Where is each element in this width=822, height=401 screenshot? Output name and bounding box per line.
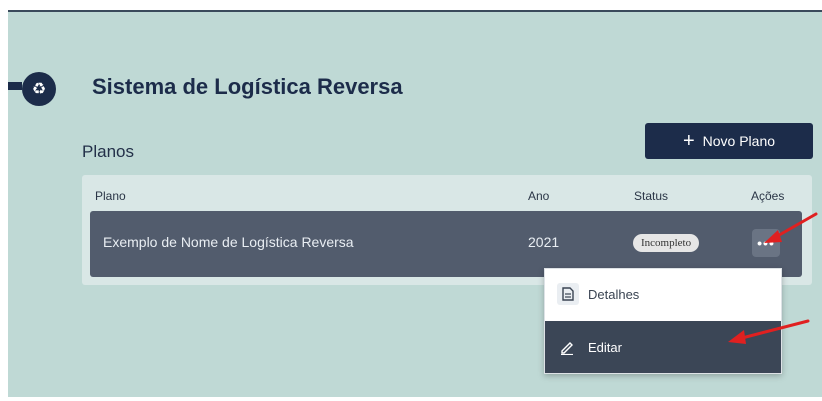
column-header-ano: Ano [528, 189, 550, 203]
plus-icon: + [682, 130, 695, 152]
menu-item-label: Detalhes [588, 286, 640, 302]
pencil-icon [561, 342, 573, 355]
new-plan-button[interactable]: + Novo Plano [645, 123, 813, 159]
page-title: Sistema de Logística Reversa [92, 74, 403, 99]
column-header-status: Status [634, 189, 669, 203]
recycle-icon: ♻ [22, 72, 56, 106]
status-badge: Incompleto [633, 234, 700, 252]
column-header-acoes: Ações [751, 189, 785, 203]
logo-connector [8, 82, 22, 90]
new-plan-label: Novo Plano [702, 133, 776, 149]
document-icon [557, 283, 579, 305]
annotation-arrow-icon [728, 319, 810, 344]
annotation-arrow-icon [764, 212, 818, 243]
section-title: Planos [82, 142, 134, 161]
menu-item-label: Editar [588, 339, 622, 355]
column-header-plano: Plano [95, 189, 126, 203]
menu-item-detalhes[interactable]: Detalhes [545, 269, 781, 319]
plan-name-cell: Exemplo de Nome de Logística Reversa [103, 234, 354, 250]
plan-year-cell: 2021 [528, 234, 560, 250]
